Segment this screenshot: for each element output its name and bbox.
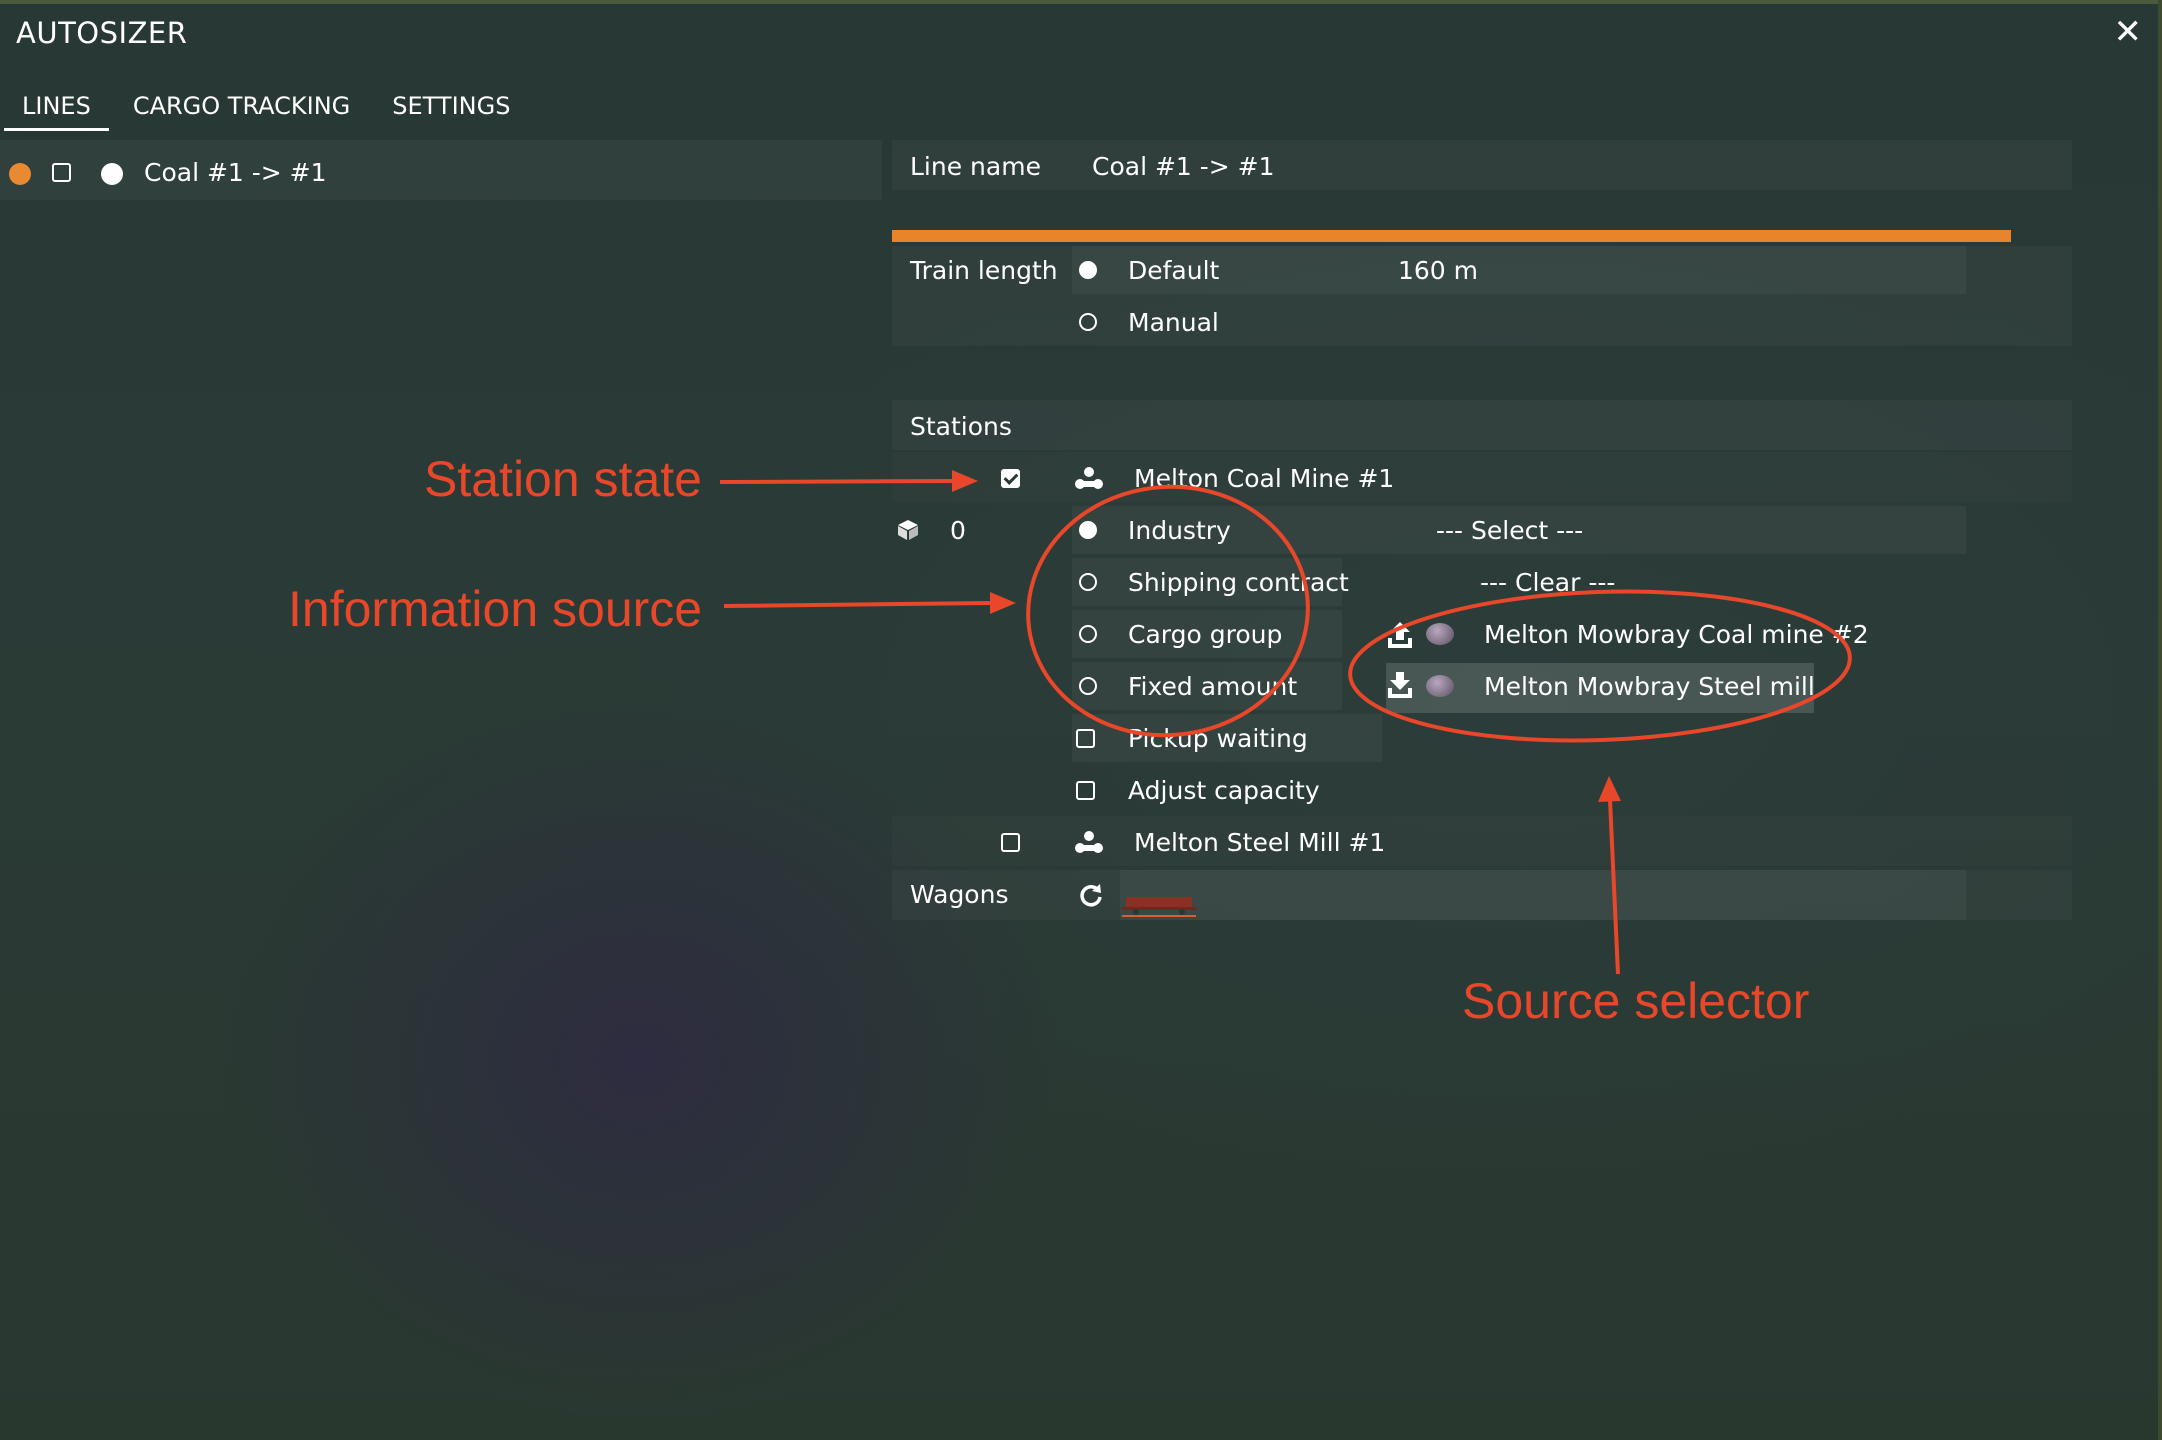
annotation-arrow-source-selector <box>1598 776 1621 975</box>
annotation-ellipse-source-selector <box>1348 589 1852 743</box>
annotation-arrow-information-source <box>723 592 1016 614</box>
annotation-ellipse-information-source <box>1026 484 1310 738</box>
annotation-arrow-station-state <box>719 470 978 492</box>
annotation-overlay <box>719 470 1852 975</box>
